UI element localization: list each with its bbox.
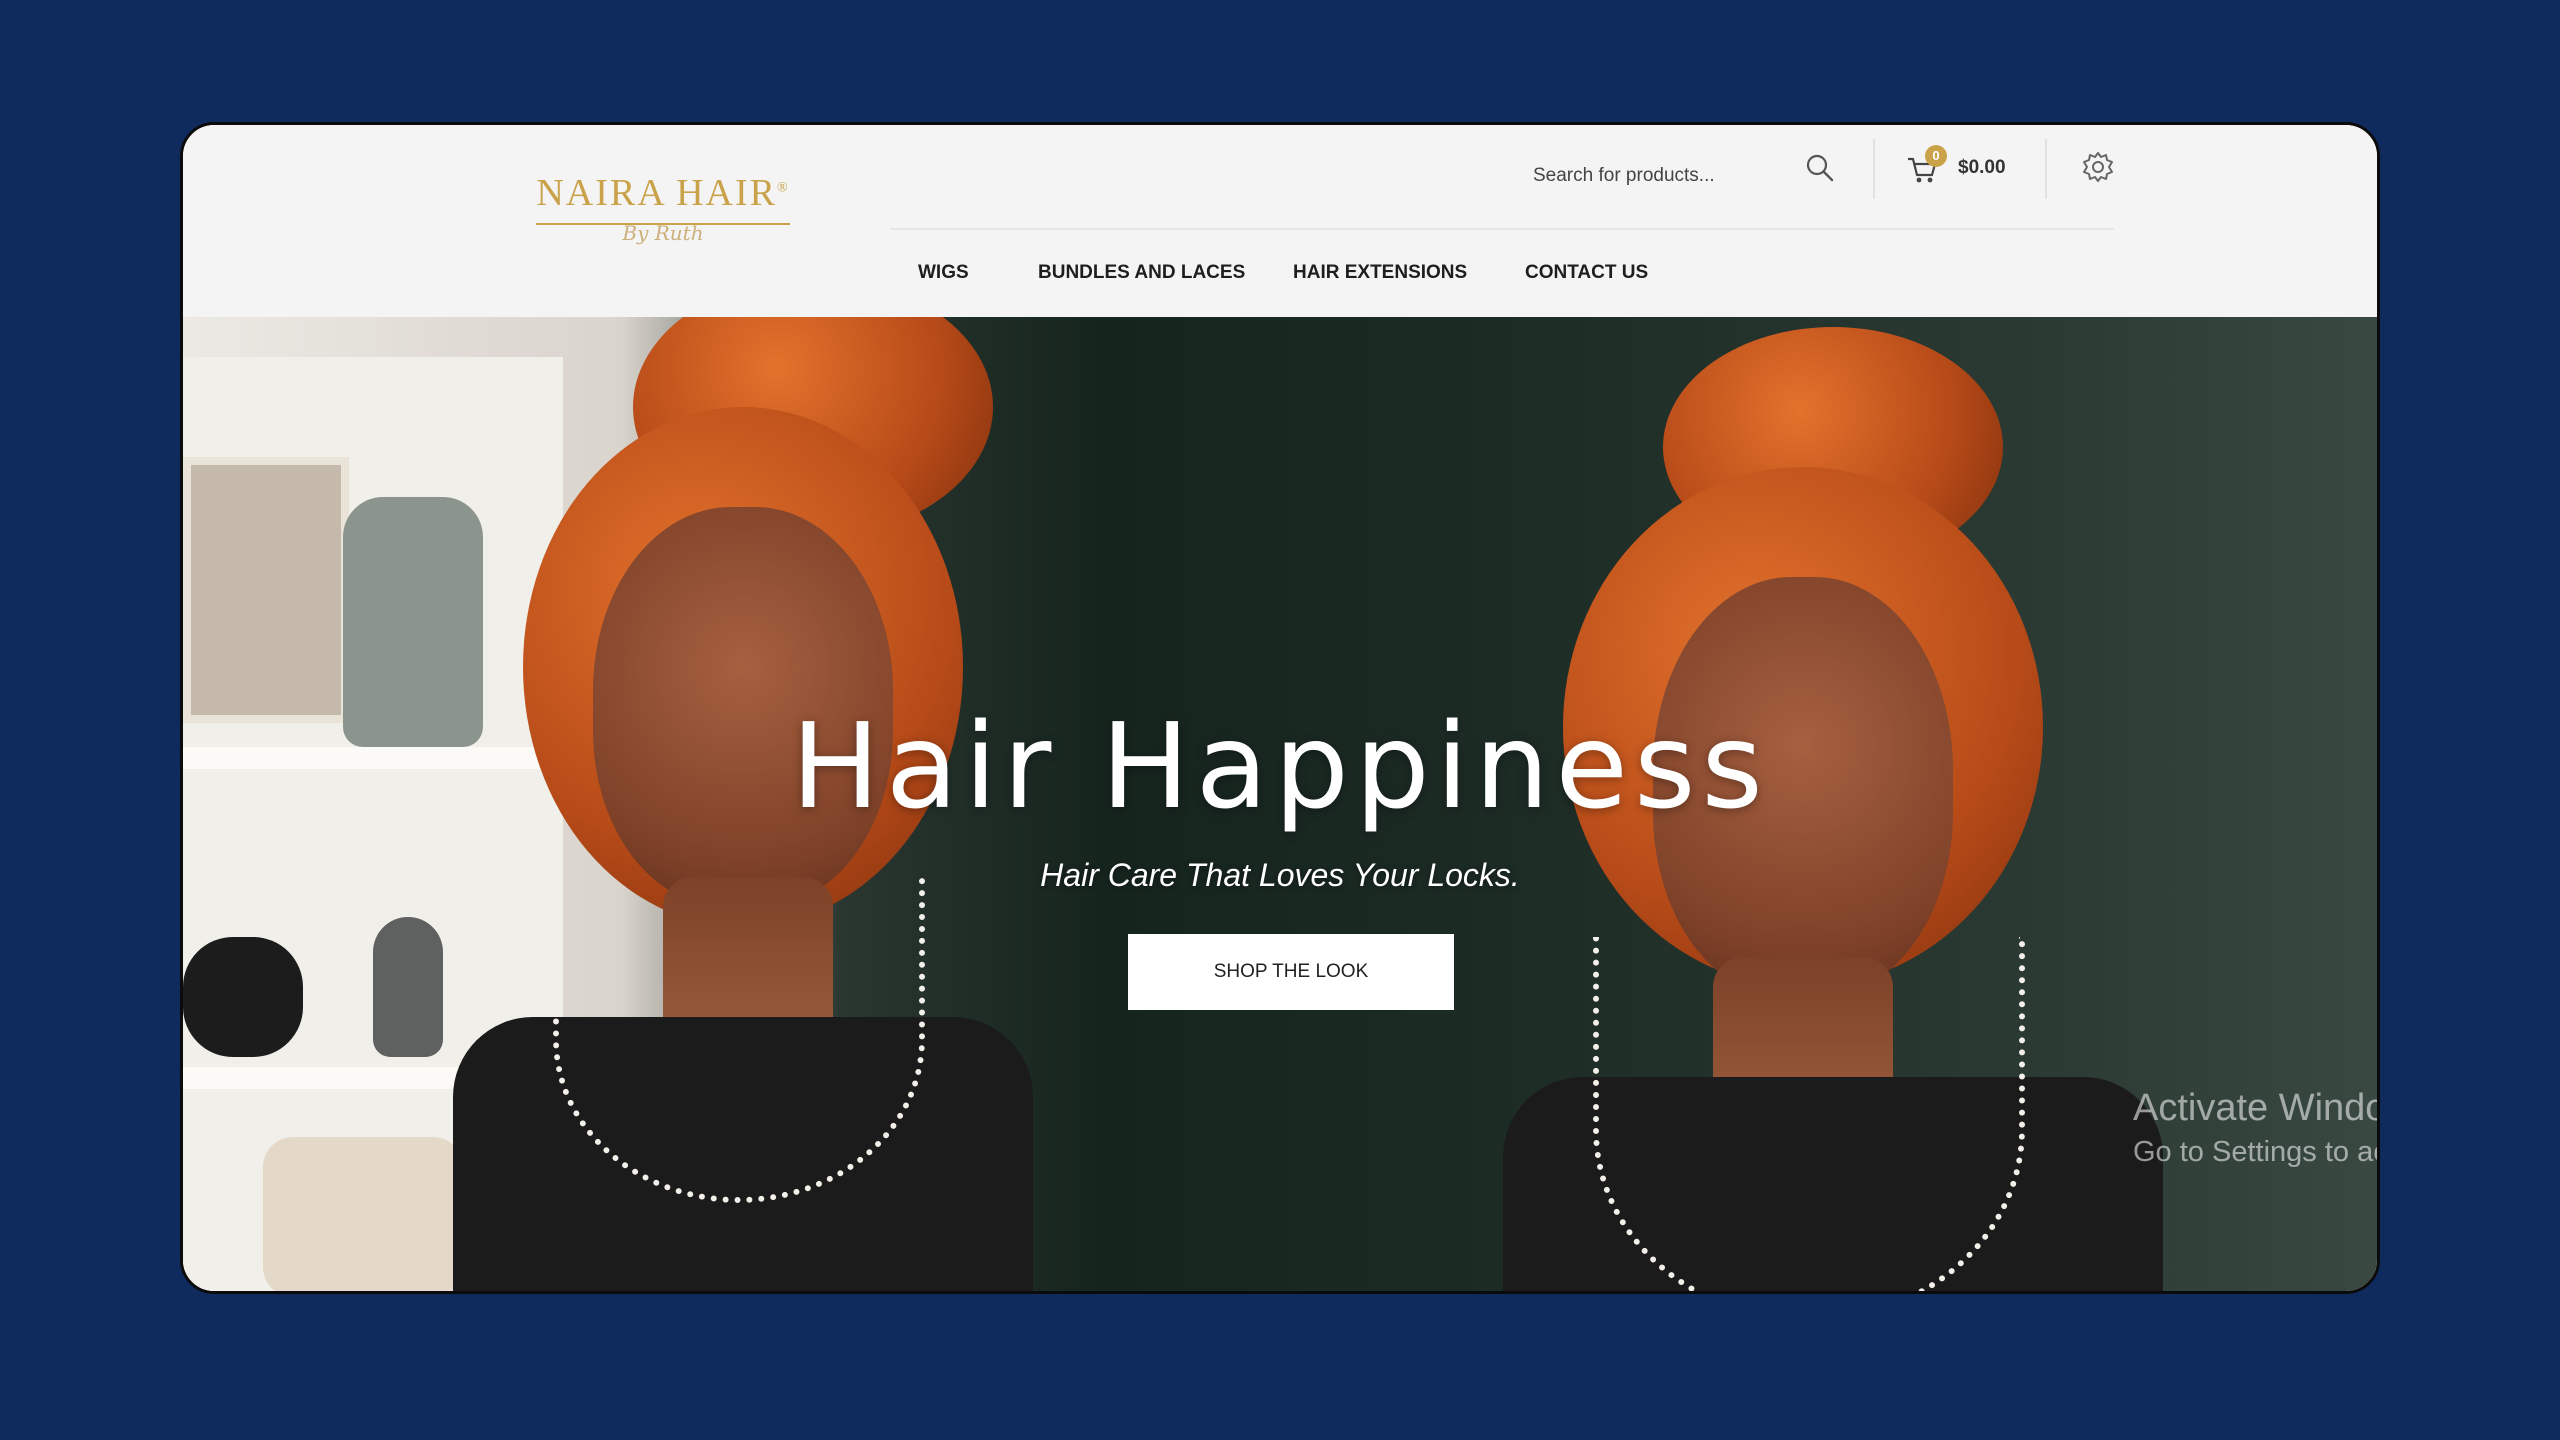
search-input[interactable]	[1531, 153, 1785, 199]
hero-banner: Hair Happiness Hair Care That Loves Your…	[183, 317, 2377, 1291]
logo-script: By Ruth	[622, 221, 704, 245]
watermark-line-1: Activate Windows	[2133, 1087, 2377, 1129]
cart-button[interactable]: 0 $0.00	[1905, 145, 2015, 195]
hero-title: Hair Happiness	[791, 697, 1769, 835]
gear-icon[interactable]	[2080, 149, 2116, 185]
picture-frame	[183, 457, 349, 723]
logo-text: NAIRA HAIR®	[536, 172, 790, 214]
browser-viewport: NAIRA HAIR® By Ruth 0 $0.00 WIGS	[180, 122, 2380, 1294]
nav-item-bundles-and-laces[interactable]: BUNDLES AND LACES	[1038, 262, 1245, 284]
header-divider-line	[890, 228, 2114, 230]
windows-activation-watermark: Activate Windows Go to Settings to activ…	[2133, 1087, 2377, 1169]
header-divider	[2045, 139, 2047, 199]
site-header: NAIRA HAIR® By Ruth 0 $0.00 WIGS	[183, 125, 2377, 317]
cart-total: $0.00	[1958, 157, 2006, 178]
pearl-necklace	[1593, 937, 2025, 1291]
search-icon[interactable]	[1803, 151, 1837, 185]
figurine	[183, 937, 303, 1057]
nav-item-hair-extensions[interactable]: HAIR EXTENSIONS	[1293, 262, 1467, 284]
pearl-necklace	[553, 877, 925, 1203]
shop-the-look-button[interactable]: SHOP THE LOOK	[1128, 934, 1454, 1010]
nav-item-wigs[interactable]: WIGS	[918, 262, 969, 284]
nav-item-contact-us[interactable]: CONTACT US	[1525, 262, 1648, 284]
cart-count-badge: 0	[1925, 145, 1947, 167]
header-divider	[1873, 139, 1875, 199]
hero-subtitle: Hair Care That Loves Your Locks.	[1040, 857, 1520, 893]
site-logo[interactable]: NAIRA HAIR® By Ruth	[528, 171, 798, 245]
watermark-line-2: Go to Settings to activate Windows.	[2133, 1136, 2377, 1168]
